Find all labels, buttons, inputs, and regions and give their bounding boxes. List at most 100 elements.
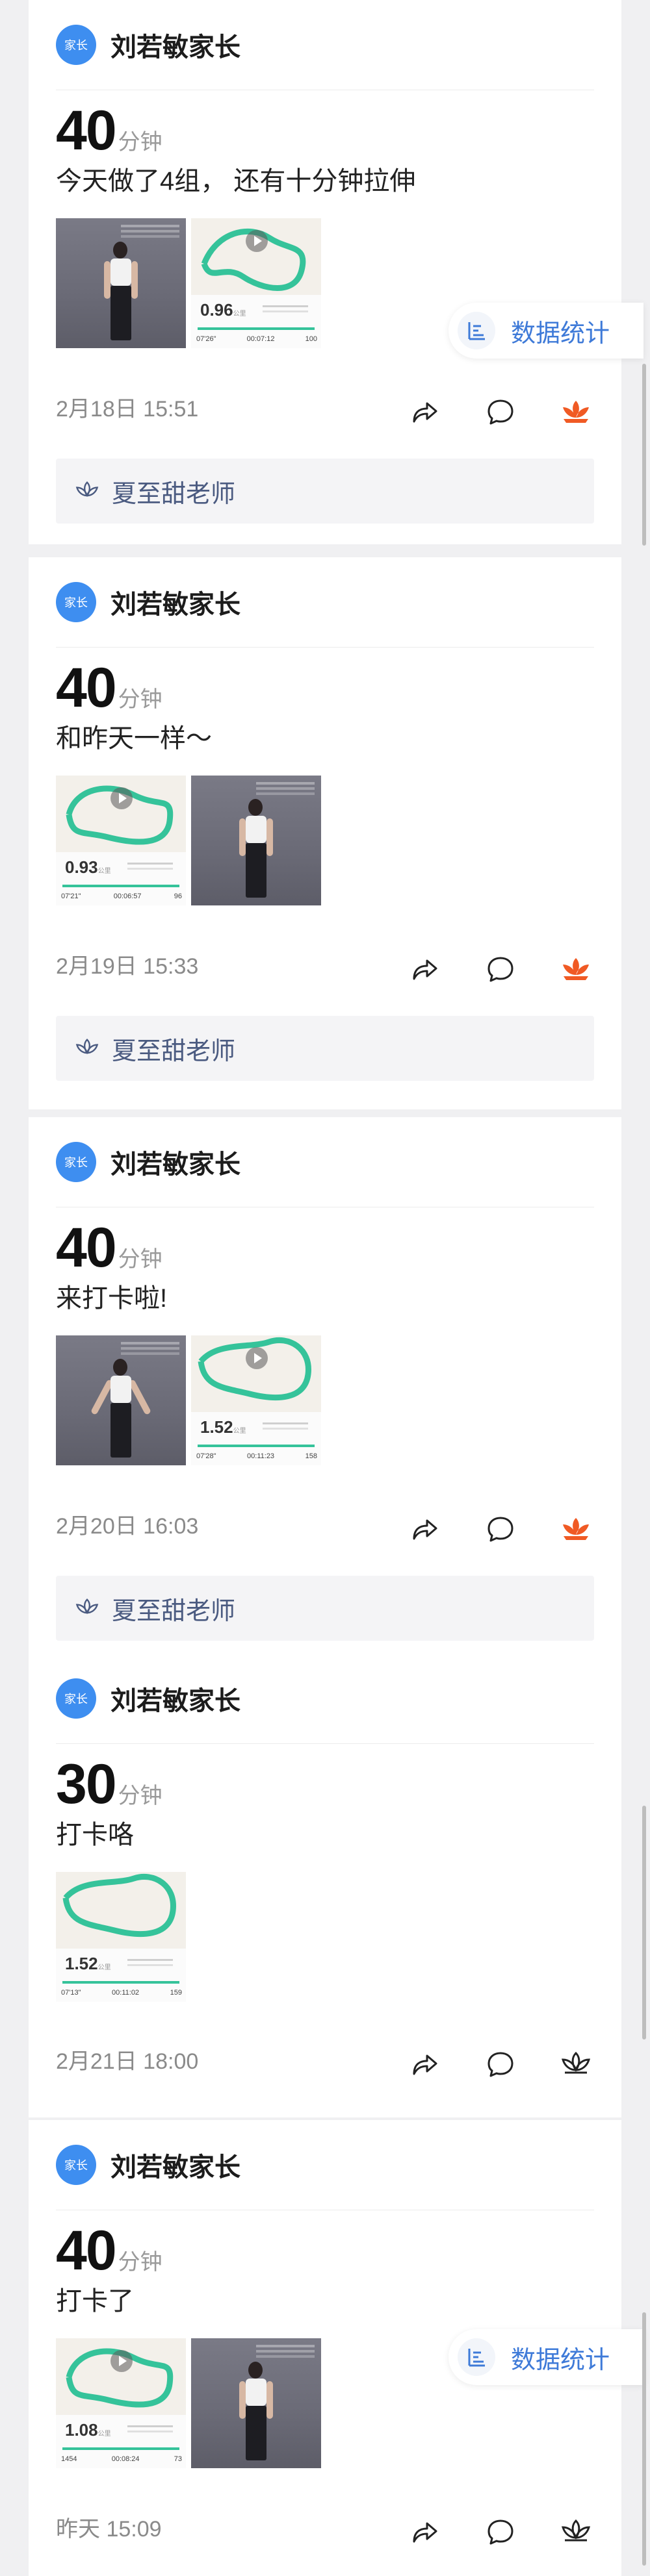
like-button[interactable] bbox=[558, 2046, 594, 2082]
share-button[interactable] bbox=[406, 2046, 442, 2082]
route-stats: 1.52公里 07'28" 00:11:23 158 bbox=[191, 1412, 321, 1465]
post-header: 家长 刘若敏家长 bbox=[56, 1654, 594, 1744]
photo-thumbnail[interactable] bbox=[56, 218, 186, 348]
post-header: 家长 刘若敏家长 bbox=[56, 0, 594, 90]
duration: 40 分钟 bbox=[56, 660, 162, 716]
duration-unit: 分钟 bbox=[118, 1784, 162, 1808]
role-badge: 家长 bbox=[56, 25, 96, 65]
teacher-name[interactable]: 夏至甜老师 bbox=[112, 474, 235, 509]
route-duration: 00:08:24 bbox=[111, 2455, 140, 2463]
route-pace: 07'21" bbox=[61, 892, 81, 900]
scrollbar[interactable] bbox=[642, 1806, 646, 2039]
username[interactable]: 刘若敏家长 bbox=[110, 583, 240, 621]
comment-button[interactable] bbox=[482, 2514, 519, 2550]
username[interactable]: 刘若敏家长 bbox=[110, 1680, 240, 1717]
teacher-name[interactable]: 夏至甜老师 bbox=[112, 1031, 235, 1067]
lotus-outline-icon bbox=[561, 2051, 591, 2074]
username[interactable]: 刘若敏家长 bbox=[110, 1143, 240, 1181]
duration-unit: 分钟 bbox=[118, 1247, 162, 1272]
post-time: 2月20日 16:03 bbox=[56, 1514, 199, 1539]
photo-thumbnail[interactable] bbox=[191, 776, 321, 905]
route-steps: 159 bbox=[170, 1989, 182, 1997]
scrollbar[interactable] bbox=[642, 364, 646, 546]
data-stats-label: 数据统计 bbox=[511, 320, 610, 347]
lotus-icon bbox=[563, 401, 589, 423]
route-map-thumbnail[interactable]: 1.08公里 1454 00:08:24 73 bbox=[56, 2338, 186, 2468]
photo-thumbnail[interactable] bbox=[56, 1335, 186, 1465]
duration-value: 40 bbox=[56, 657, 117, 719]
post-time: 昨天 15:09 bbox=[56, 2517, 162, 2542]
comment-button[interactable] bbox=[482, 951, 519, 987]
duration-value: 40 bbox=[56, 1217, 117, 1279]
play-icon bbox=[110, 2350, 133, 2372]
role-badge: 家长 bbox=[56, 1142, 96, 1182]
lotus-outline-icon bbox=[75, 481, 99, 498]
share-button[interactable] bbox=[406, 2514, 442, 2550]
comment-button[interactable] bbox=[482, 2046, 519, 2082]
post-caption: 和昨天一样～ bbox=[56, 724, 212, 753]
teacher-name[interactable]: 夏至甜老师 bbox=[112, 1591, 235, 1626]
post-card: 家长 刘若敏家长 40 分钟 来打卡啦! 1.52公里 07'28" 00:11:… bbox=[29, 1117, 621, 2117]
bar-list-icon bbox=[468, 322, 485, 340]
teacher-like-box[interactable]: 夏至甜老师 bbox=[56, 1576, 594, 1641]
route-distance: 0.96 bbox=[200, 300, 233, 320]
duration: 30 分钟 bbox=[56, 1756, 162, 1812]
data-stats-button[interactable]: 数据统计 bbox=[448, 303, 644, 359]
data-stats-button[interactable]: 数据统计 bbox=[448, 2329, 644, 2385]
comment-button[interactable] bbox=[482, 1511, 519, 1547]
post-header: 家长 刘若敏家长 bbox=[56, 557, 594, 648]
play-icon bbox=[246, 230, 268, 252]
photo-thumbnail[interactable] bbox=[191, 2338, 321, 2468]
route-steps: 73 bbox=[174, 2455, 182, 2463]
duration-value: 30 bbox=[56, 1753, 117, 1815]
comment-button[interactable] bbox=[482, 394, 519, 430]
post-time: 2月19日 15:33 bbox=[56, 954, 199, 979]
scrollbar[interactable] bbox=[642, 2312, 646, 2566]
route-map bbox=[62, 1873, 176, 1938]
comment-icon bbox=[488, 1517, 514, 1542]
share-icon bbox=[413, 2522, 437, 2543]
post-card: 家长 刘若敏家长 40 分钟 今天做了4组， 还有十分钟拉伸 0.96公里 07… bbox=[29, 0, 621, 544]
duration: 40 分钟 bbox=[56, 103, 162, 158]
duration-unit: 分钟 bbox=[118, 130, 162, 155]
play-icon bbox=[246, 1347, 268, 1369]
share-button[interactable] bbox=[406, 951, 442, 987]
share-button[interactable] bbox=[406, 1511, 442, 1547]
route-steps: 158 bbox=[305, 1452, 317, 1460]
share-icon bbox=[413, 402, 437, 423]
route-map-thumbnail[interactable]: 0.93公里 07'21" 00:06:57 96 bbox=[56, 776, 186, 905]
route-stats: 1.08公里 1454 00:08:24 73 bbox=[56, 2415, 186, 2468]
route-map-thumbnail[interactable]: 0.96公里 07'26" 00:07:12 100 bbox=[191, 218, 321, 348]
like-button[interactable] bbox=[558, 394, 594, 430]
lotus-outline-icon bbox=[561, 2519, 591, 2542]
comment-icon bbox=[488, 2519, 514, 2545]
post-card: 家长 刘若敏家长 40 分钟 和昨天一样～ 0.93公里 07'21" 00:06… bbox=[29, 557, 621, 1109]
route-map-thumbnail[interactable]: 1.52公里 07'13" 00:11:02 159 bbox=[56, 1872, 186, 2002]
data-stats-label: 数据统计 bbox=[511, 2346, 610, 2374]
lotus-icon bbox=[563, 1518, 589, 1540]
route-distance-unit: 公里 bbox=[98, 2431, 111, 2438]
route-distance: 0.93 bbox=[65, 857, 98, 877]
teacher-like-box[interactable]: 夏至甜老师 bbox=[56, 459, 594, 524]
route-map-thumbnail[interactable]: 1.52公里 07'28" 00:11:23 158 bbox=[191, 1335, 321, 1465]
play-icon bbox=[110, 787, 133, 809]
share-icon bbox=[413, 959, 437, 980]
comment-icon bbox=[488, 2052, 514, 2077]
role-badge: 家长 bbox=[56, 582, 96, 622]
route-distance-unit: 公里 bbox=[233, 1428, 246, 1435]
like-button[interactable] bbox=[558, 1511, 594, 1547]
duration-value: 40 bbox=[56, 2219, 117, 2282]
like-button[interactable] bbox=[558, 951, 594, 987]
username[interactable]: 刘若敏家长 bbox=[110, 26, 240, 64]
username[interactable]: 刘若敏家长 bbox=[110, 2146, 240, 2184]
post-caption: 打卡了 bbox=[56, 2287, 134, 2316]
route-distance: 1.52 bbox=[200, 1417, 233, 1437]
post-header: 家长 刘若敏家长 bbox=[56, 2120, 594, 2210]
like-button[interactable] bbox=[558, 2514, 594, 2550]
teacher-like-box[interactable]: 夏至甜老师 bbox=[56, 1016, 594, 1081]
route-duration: 00:11:23 bbox=[247, 1452, 275, 1460]
route-distance: 1.08 bbox=[65, 2420, 98, 2440]
route-steps: 100 bbox=[305, 335, 317, 343]
duration-unit: 分钟 bbox=[118, 687, 162, 712]
share-button[interactable] bbox=[406, 394, 442, 430]
